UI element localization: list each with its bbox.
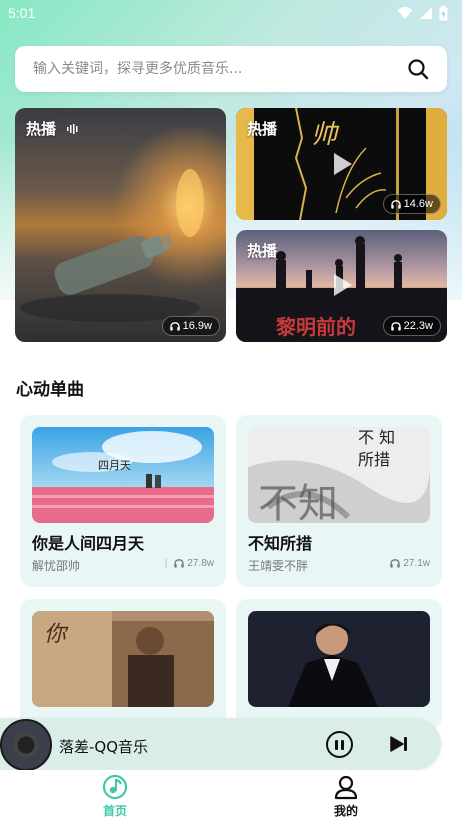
section-title: 心动单曲	[16, 380, 84, 400]
music-note-icon	[102, 774, 128, 800]
buzhi-cover-image: 不 知 所措 不知	[248, 427, 430, 523]
battery-icon	[439, 5, 448, 20]
pause-bar	[335, 739, 338, 750]
status-bar: 5:01	[0, 0, 462, 26]
song-artist: 王靖雯不胖	[248, 559, 309, 573]
guitarist-cover-image: 你	[32, 611, 214, 707]
svg-text:帅: 帅	[311, 120, 340, 150]
song-plays: | 27.8w	[164, 558, 214, 569]
headphones-icon	[390, 199, 401, 209]
play-count-badge: 14.6w	[382, 194, 441, 214]
bottom-tab-bar: 首页 我的	[0, 770, 462, 821]
search-bar[interactable]	[15, 46, 447, 92]
hot-label: 热播	[247, 242, 278, 260]
hot-card-bottom-right[interactable]: 黎明前的 热播 22.3w	[236, 230, 447, 342]
song-card[interactable]	[236, 599, 442, 729]
song-cover: 四月天	[32, 427, 214, 523]
tab-label: 首页	[102, 804, 127, 818]
hot-label: 热播	[247, 120, 278, 138]
search-icon[interactable]	[407, 58, 429, 80]
headphones-icon	[390, 559, 401, 568]
headphones-icon	[169, 321, 180, 331]
svg-text:黎明前的: 黎明前的	[276, 315, 356, 339]
song-card[interactable]: 四月天 你是人间四月天 解忧邵帅 | 27.8w	[20, 415, 226, 587]
svg-text:四月天: 四月天	[98, 459, 131, 472]
song-cover: 不 知 所措 不知	[248, 427, 430, 523]
play-count: 16.9w	[182, 320, 212, 332]
song-cover	[248, 611, 430, 707]
play-count-badge: 16.9w	[161, 316, 220, 336]
next-track-icon[interactable]	[390, 736, 408, 752]
svg-text:不 知: 不 知	[358, 428, 395, 447]
now-playing-title: 落差-QQ音乐	[59, 738, 149, 756]
tab-label: 我的	[333, 804, 358, 818]
tab-mine[interactable]: 我的	[316, 774, 376, 819]
song-title: 不知所措	[248, 534, 313, 553]
user-icon	[334, 775, 358, 800]
song-plays: 27.1w	[390, 558, 430, 569]
svg-text:不知: 不知	[258, 481, 338, 523]
song-artist: 解忧邵帅	[32, 559, 81, 573]
signal-icon	[420, 7, 432, 19]
headphones-icon	[390, 321, 401, 331]
play-overlay-icon[interactable]	[334, 274, 352, 296]
play-overlay-icon[interactable]	[334, 153, 352, 175]
play-count: 22.3w	[403, 320, 433, 332]
svg-text:所措: 所措	[358, 450, 390, 469]
song-card[interactable]: 不 知 所措 不知 不知所措 王靖雯不胖 27.1w	[236, 415, 442, 587]
song-card[interactable]: 你	[20, 599, 226, 729]
status-icons	[397, 5, 448, 21]
search-input[interactable]	[33, 61, 407, 77]
play-count: 14.6w	[403, 198, 433, 210]
wifi-icon	[397, 7, 413, 19]
pause-button[interactable]	[326, 731, 353, 758]
april-cover-image: 四月天	[32, 427, 214, 523]
hot-card-top-right[interactable]: 帅 热播 14.6w	[236, 108, 447, 220]
tab-home[interactable]: 首页	[85, 774, 145, 819]
waveform-icon	[67, 124, 78, 134]
play-count-badge: 22.3w	[382, 316, 441, 336]
album-disc[interactable]	[0, 719, 52, 771]
status-time: 5:01	[8, 5, 36, 21]
man-in-suit-cover-image	[248, 611, 430, 707]
svg-text:你: 你	[44, 622, 69, 647]
hot-card-large[interactable]: 热播 16.9w	[15, 108, 226, 342]
pause-bar	[341, 739, 344, 750]
headphones-icon	[174, 559, 185, 568]
hot-label: 热播	[26, 120, 57, 138]
song-cover: 你	[32, 611, 214, 707]
song-title: 你是人间四月天	[32, 534, 145, 553]
bottle-beach-image	[15, 108, 226, 342]
